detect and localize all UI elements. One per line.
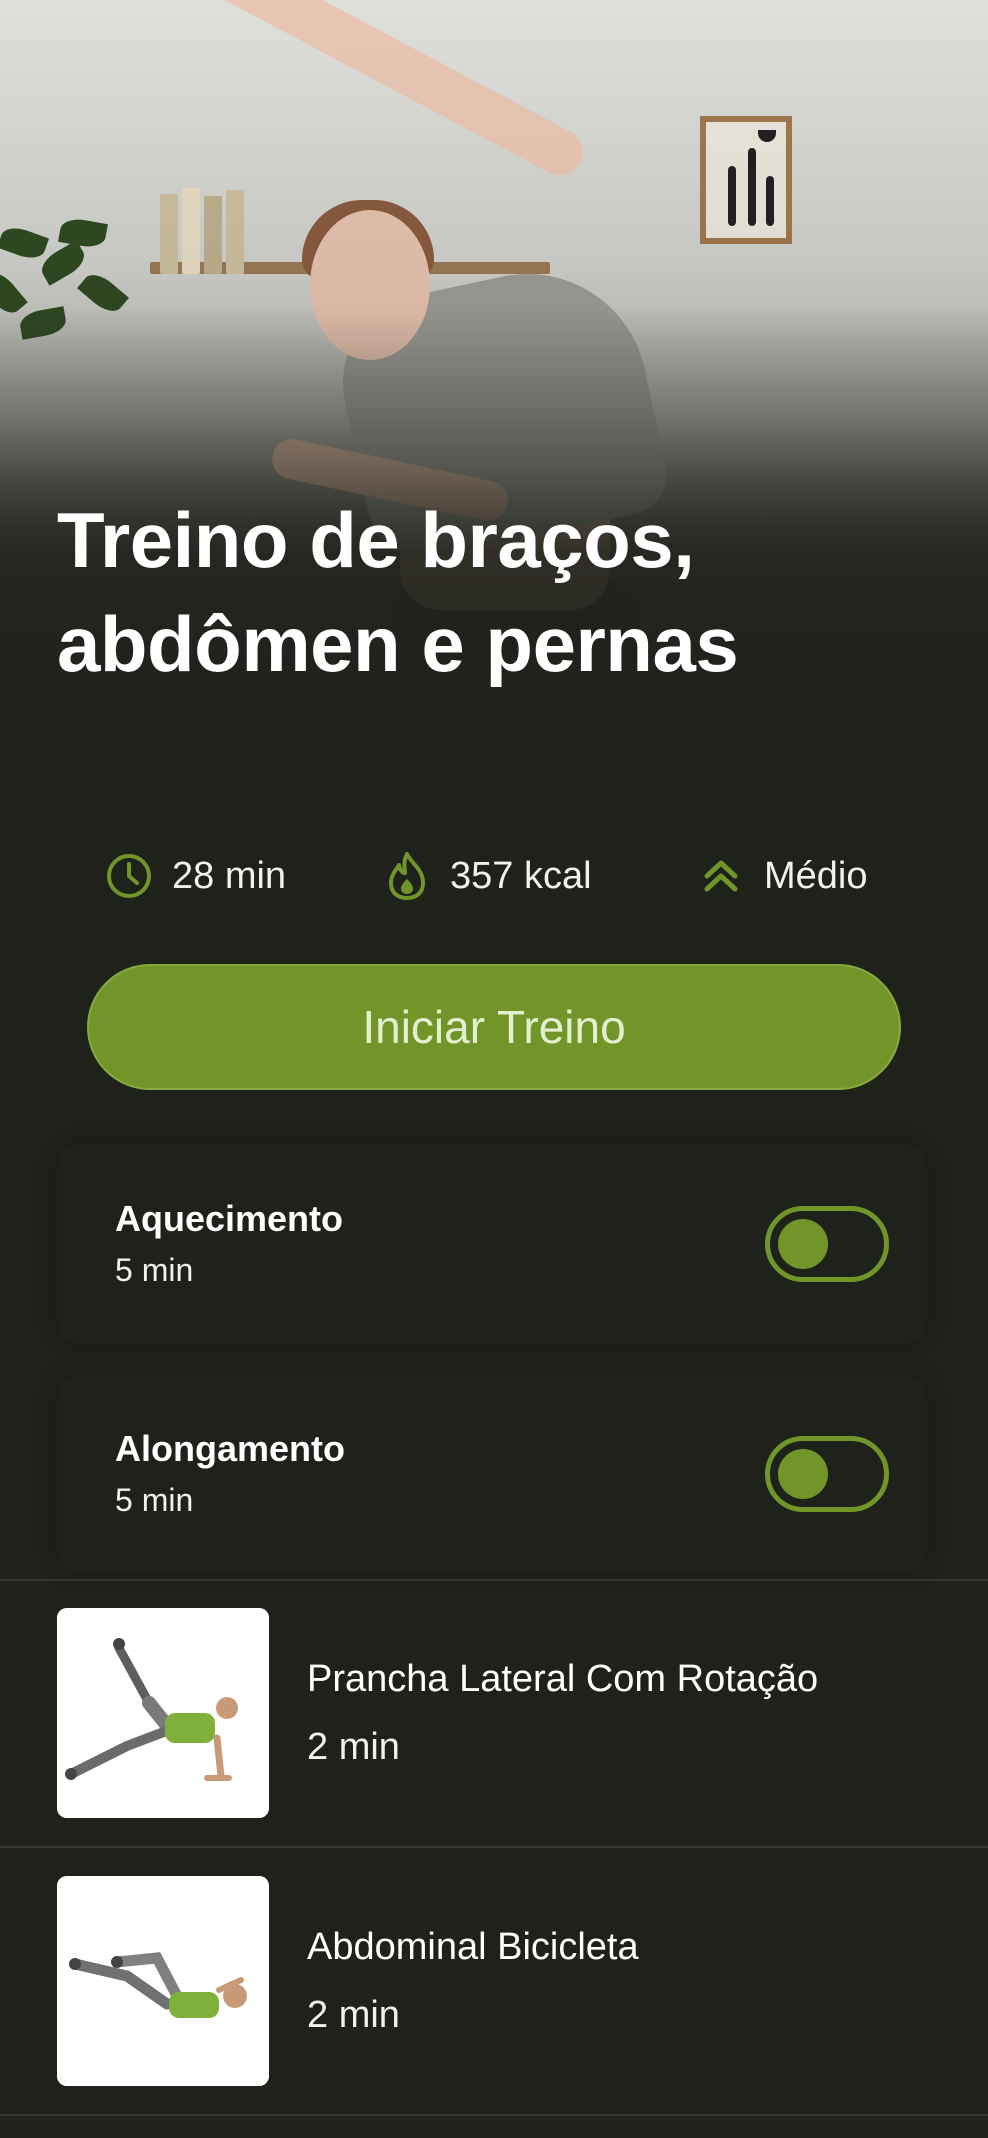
stretching-card: Alongamento 5 min	[57, 1374, 927, 1574]
exercise-name: Abdominal Bicicleta	[307, 1926, 639, 1968]
exercise-item[interactable]: Abdominal Bicicleta 2 min	[0, 1848, 988, 2114]
warmup-card: Aquecimento 5 min	[57, 1144, 927, 1344]
flame-icon	[382, 851, 432, 901]
clock-icon	[104, 851, 154, 901]
level-stat: Médio	[696, 846, 868, 906]
toggle-knob	[778, 1449, 828, 1499]
exercise-name: Prancha Lateral Com Rotação	[307, 1658, 819, 1700]
level-value: Médio	[764, 854, 868, 897]
exercise-thumbnail	[57, 1876, 269, 2086]
workout-stats: 28 min 357 kcal Médio	[0, 846, 988, 906]
title-line-1: Treino de braços,	[57, 496, 695, 584]
exercise-duration: 2 min	[307, 1726, 400, 1768]
warmup-duration: 5 min	[115, 1252, 194, 1288]
start-workout-button[interactable]: Iniciar Treino	[87, 964, 901, 1090]
page-title: Treino de braços, abdômen e pernas	[57, 488, 917, 696]
divider	[0, 2114, 988, 2116]
duration-value: 28 min	[172, 854, 287, 897]
toggle-knob	[778, 1219, 828, 1269]
warmup-toggle[interactable]	[765, 1206, 889, 1282]
exercise-item[interactable]: Prancha Lateral Com Rotação 2 min	[0, 1580, 988, 1846]
calories-value: 357 kcal	[450, 854, 592, 897]
calories-stat: 357 kcal	[382, 846, 592, 906]
duration-stat: 28 min	[104, 846, 286, 906]
warmup-title: Aquecimento	[115, 1198, 344, 1239]
title-line-2: abdômen e pernas	[57, 600, 739, 688]
double-chevron-up-icon	[696, 851, 746, 901]
exercise-duration: 2 min	[307, 1994, 400, 2036]
stretching-title: Alongamento	[115, 1428, 345, 1469]
stretching-duration: 5 min	[115, 1482, 194, 1518]
stretching-toggle[interactable]	[765, 1436, 889, 1512]
exercise-thumbnail	[57, 1608, 269, 1818]
